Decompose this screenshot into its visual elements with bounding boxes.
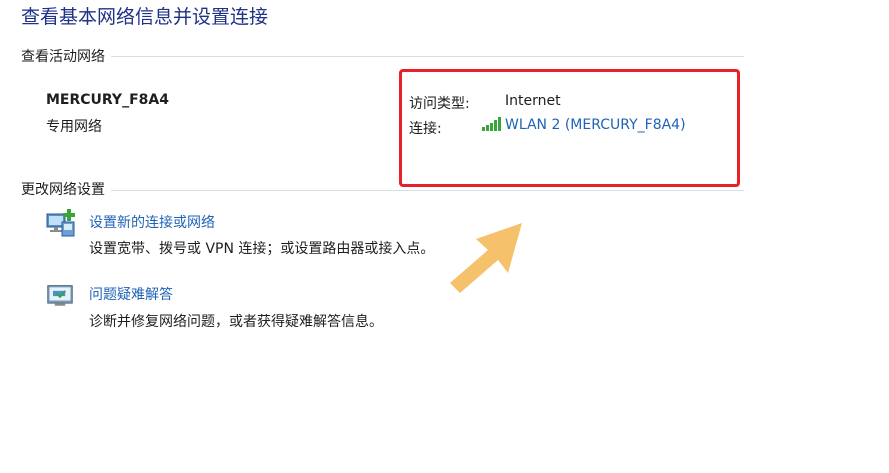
change-settings-rule <box>21 190 744 191</box>
change-settings-label: 更改网络设置 <box>21 179 111 199</box>
active-networks-rule <box>21 56 744 57</box>
troubleshoot-link[interactable]: 问题疑难解答 <box>89 284 173 304</box>
troubleshoot-desc: 诊断并修复网络问题，或者获得疑难解答信息。 <box>89 314 383 330</box>
setup-new-connection-desc: 设置宽带、拨号或 VPN 连接；或设置路由器或接入点。 <box>89 241 435 257</box>
annotation-arrow-icon <box>450 223 522 293</box>
network-name: MERCURY_F8A4 <box>46 92 169 108</box>
setup-new-connection-link[interactable]: 设置新的连接或网络 <box>89 212 215 232</box>
highlight-annotation-box <box>399 69 740 187</box>
troubleshoot-icon <box>47 285 73 306</box>
network-type: 专用网络 <box>46 119 102 135</box>
page-title: 查看基本网络信息并设置连接 <box>21 6 269 28</box>
active-networks-label: 查看活动网络 <box>21 46 111 66</box>
new-connection-icon <box>46 209 75 237</box>
